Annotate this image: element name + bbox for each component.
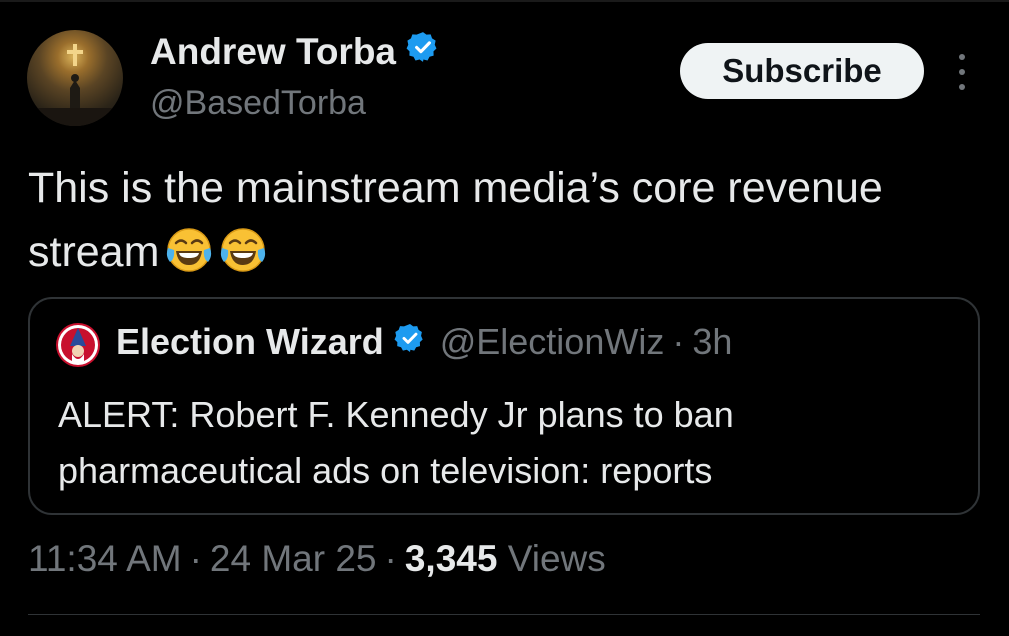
tweet-time[interactable]: 11:34 AM bbox=[28, 538, 182, 579]
meta-separator: · bbox=[189, 538, 202, 579]
author-name-text[interactable]: Andrew Torba bbox=[150, 31, 396, 73]
face-with-tears-of-joy-icon bbox=[219, 226, 267, 292]
quoted-author-name[interactable]: Election Wizard bbox=[116, 321, 384, 363]
quoted-header: Election Wizard @ElectionWiz · 3h bbox=[116, 321, 732, 363]
tweet-text: This is the mainstream media’s core reve… bbox=[28, 156, 968, 292]
face-with-tears-of-joy-icon bbox=[165, 226, 213, 292]
meta-separator: · bbox=[384, 538, 397, 579]
tweet-text-body: This is the mainstream media’s core reve… bbox=[28, 164, 883, 276]
quoted-author-avatar[interactable] bbox=[56, 323, 100, 367]
subscribe-button[interactable]: Subscribe bbox=[680, 43, 924, 99]
tweet-meta: 11:34 AM · 24 Mar 25 · 3,345 Views bbox=[28, 538, 606, 580]
quoted-timestamp[interactable]: 3h bbox=[692, 321, 732, 363]
views-label: Views bbox=[507, 538, 606, 579]
more-options-icon[interactable] bbox=[950, 54, 974, 90]
views-count[interactable]: 3,345 bbox=[405, 538, 498, 579]
quoted-text: ALERT: Robert F. Kennedy Jr plans to ban… bbox=[58, 394, 734, 491]
verified-badge-icon bbox=[394, 321, 426, 363]
quoted-tweet[interactable]: Election Wizard @ElectionWiz · 3h ALERT:… bbox=[28, 297, 980, 515]
author-avatar[interactable] bbox=[27, 30, 123, 126]
bottom-divider bbox=[28, 614, 980, 615]
top-divider bbox=[0, 0, 1009, 2]
author-handle[interactable]: @BasedTorba bbox=[150, 84, 366, 123]
verified-badge-icon bbox=[406, 30, 440, 73]
quoted-author-handle[interactable]: @ElectionWiz bbox=[440, 321, 665, 363]
quoted-separator: · bbox=[672, 321, 685, 362]
author-name[interactable]: Andrew Torba bbox=[150, 30, 440, 73]
tweet-date[interactable]: 24 Mar 25 bbox=[210, 538, 377, 579]
